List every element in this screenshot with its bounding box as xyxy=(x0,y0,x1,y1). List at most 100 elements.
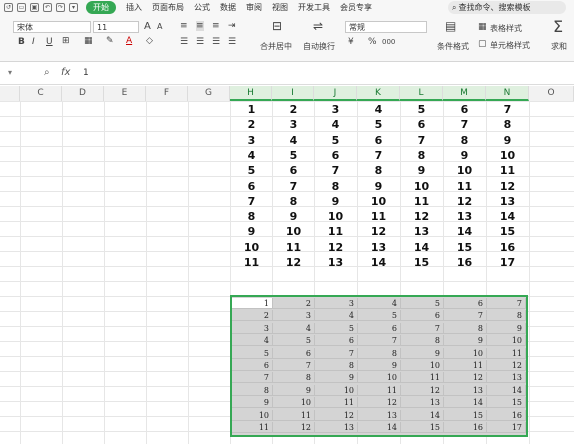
tab-page-layout[interactable]: 页面布局 xyxy=(152,2,184,13)
align-middle-icon[interactable]: ≡ xyxy=(196,21,204,31)
table-cell[interactable]: 12 xyxy=(404,209,439,224)
table-cell[interactable]: 10 xyxy=(447,163,482,178)
table-cell[interactable]: 7 xyxy=(487,298,526,309)
table-cell[interactable]: 8 xyxy=(401,335,444,347)
table-cell[interactable]: 14 xyxy=(361,255,396,270)
formula-input[interactable]: 1 xyxy=(80,66,573,81)
table-cell[interactable]: 8 xyxy=(361,163,396,178)
table-cell[interactable]: 14 xyxy=(447,224,482,239)
table-cell[interactable]: 12 xyxy=(401,384,444,396)
table-cell[interactable]: 14 xyxy=(444,397,487,409)
table-cell[interactable]: 8 xyxy=(318,179,353,194)
column-header-n[interactable]: N xyxy=(486,86,529,101)
table-cell[interactable]: 11 xyxy=(273,409,315,421)
sheet-grid[interactable]: 1 2 3 4 5 6 7 2 3 4 5 6 7 8 3 4 5 6 7 8 9 4 5 6 7 8 9 10 5 6 7 8 9 10 11 6 7… xyxy=(0,101,574,444)
table-cell[interactable]: 8 xyxy=(234,209,269,224)
sum-button[interactable]: 求和 xyxy=(551,41,567,52)
table-cell[interactable]: 3 xyxy=(232,322,273,334)
bold-button[interactable]: B xyxy=(18,37,25,47)
currency-button[interactable]: ¥ xyxy=(348,37,354,47)
table-cell[interactable]: 6 xyxy=(358,322,401,334)
table-cell[interactable]: 12 xyxy=(315,409,358,421)
table-cell[interactable]: 8 xyxy=(315,360,358,371)
percent-button[interactable]: % xyxy=(368,37,377,47)
table-cell[interactable]: 3 xyxy=(273,310,315,322)
print-preview-icon[interactable]: ▣ xyxy=(30,3,39,12)
table-cell[interactable]: 5 xyxy=(315,322,358,334)
table-cell[interactable]: 12 xyxy=(273,422,315,433)
tab-developer[interactable]: 开发工具 xyxy=(298,2,330,13)
table-cell[interactable]: 9 xyxy=(401,347,444,359)
table-cell[interactable]: 9 xyxy=(315,372,358,384)
selected-range[interactable]: 1 2 3 4 5 6 7 2 3 4 5 6 7 8 3 4 5 6 7 8 9 4 5 6 7 8 9 10 5 6 7 8 9 10 11 6 7… xyxy=(230,295,528,437)
table-cell[interactable]: 13 xyxy=(487,372,526,384)
table-cell[interactable]: 3 xyxy=(315,298,358,309)
grow-font-button[interactable]: A xyxy=(144,21,151,32)
table-cell[interactable]: 15 xyxy=(490,224,525,239)
table-cell[interactable]: 10 xyxy=(490,148,525,163)
tab-membership[interactable]: 会员专享 xyxy=(340,2,372,13)
undo-history-icon[interactable]: ↺ xyxy=(4,3,13,12)
table-cell[interactable]: 10 xyxy=(276,224,311,239)
column-header-o[interactable]: O xyxy=(529,86,574,101)
table-cell[interactable]: 7 xyxy=(234,194,269,209)
align-center-icon[interactable]: ☰ xyxy=(196,37,204,47)
column-header-l[interactable]: L xyxy=(400,86,443,101)
table-cell[interactable]: 7 xyxy=(404,133,439,148)
table-cell[interactable]: 4 xyxy=(276,133,311,148)
zoom-icon[interactable]: ⌕ xyxy=(44,67,50,78)
column-header-f[interactable]: F xyxy=(146,86,188,101)
table-cell[interactable]: 14 xyxy=(490,209,525,224)
table-cell[interactable]: 13 xyxy=(361,240,396,255)
table-cell[interactable]: 12 xyxy=(447,194,482,209)
tab-formulas[interactable]: 公式 xyxy=(194,2,210,13)
table-cell[interactable]: 6 xyxy=(232,360,273,371)
table-cell[interactable]: 7 xyxy=(401,322,444,334)
tab-review[interactable]: 审阅 xyxy=(246,2,262,13)
table-cell[interactable]: 13 xyxy=(447,209,482,224)
conditional-format-button[interactable]: 条件格式 xyxy=(437,41,469,52)
column-header-k[interactable]: K xyxy=(357,86,400,101)
table-cell[interactable]: 15 xyxy=(401,422,444,433)
table-cell[interactable]: 5 xyxy=(361,117,396,132)
table-cell[interactable]: 12 xyxy=(487,360,526,371)
table-cell[interactable]: 7 xyxy=(444,310,487,322)
table-cell[interactable]: 10 xyxy=(358,372,401,384)
conditional-format-icon[interactable]: ▤ xyxy=(445,19,456,33)
table-cell[interactable]: 10 xyxy=(232,409,273,421)
font-size-select[interactable]: 11 xyxy=(93,21,139,33)
table-cell[interactable]: 5 xyxy=(401,298,444,309)
table-cell[interactable]: 10 xyxy=(487,335,526,347)
table-cell[interactable]: 7 xyxy=(318,163,353,178)
table-cell[interactable]: 2 xyxy=(273,298,315,309)
table-cell[interactable]: 7 xyxy=(490,102,525,117)
shrink-font-button[interactable]: A xyxy=(157,22,162,31)
table-cell[interactable]: 17 xyxy=(487,422,526,433)
align-bottom-icon[interactable]: ≡ xyxy=(212,21,220,31)
table-cell[interactable]: 16 xyxy=(447,255,482,270)
tab-view[interactable]: 视图 xyxy=(272,2,288,13)
table-style-button[interactable]: 表格样式 xyxy=(490,23,522,34)
table-cell[interactable]: 7 xyxy=(315,347,358,359)
table-cell[interactable]: 9 xyxy=(444,335,487,347)
table-cell[interactable]: 6 xyxy=(404,117,439,132)
table-cell[interactable]: 3 xyxy=(234,133,269,148)
column-header-g[interactable]: G xyxy=(188,86,230,101)
table-cell[interactable]: 15 xyxy=(487,397,526,409)
table-cell[interactable]: 10 xyxy=(404,179,439,194)
table-cell[interactable]: 11 xyxy=(318,224,353,239)
table-cell[interactable]: 11 xyxy=(404,194,439,209)
table-cell[interactable]: 14 xyxy=(487,384,526,396)
table-cell[interactable]: 9 xyxy=(361,179,396,194)
italic-button[interactable]: I xyxy=(32,37,35,47)
table-cell[interactable]: 11 xyxy=(276,240,311,255)
column-header-e[interactable]: E xyxy=(104,86,146,101)
underline-button[interactable]: U xyxy=(46,37,53,47)
table-cell[interactable]: 8 xyxy=(273,372,315,384)
table-cell[interactable]: 9 xyxy=(318,194,353,209)
table-cell[interactable]: 10 xyxy=(444,347,487,359)
table-cell[interactable]: 12 xyxy=(318,240,353,255)
table-cell[interactable]: 6 xyxy=(444,298,487,309)
column-header-c[interactable]: C xyxy=(20,86,62,101)
table-cell[interactable]: 6 xyxy=(447,102,482,117)
